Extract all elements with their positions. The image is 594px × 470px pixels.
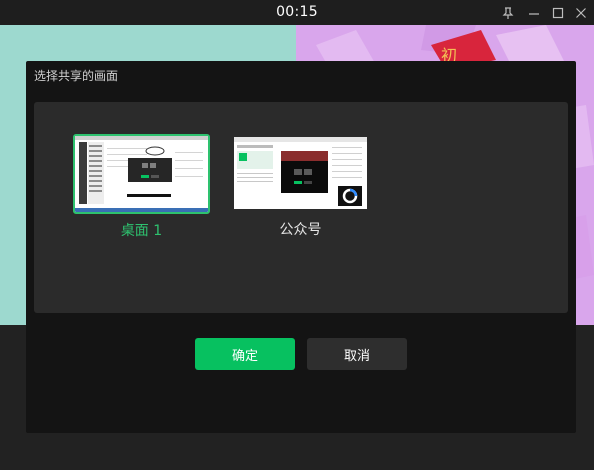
minimize-icon[interactable]	[525, 4, 543, 22]
close-icon[interactable]	[572, 4, 590, 22]
screen-source-list: 桌面 1 公众号	[34, 102, 568, 313]
share-screen-dialog: 选择共享的画面 桌面 1 公众号 确定 取消	[26, 61, 576, 433]
screen-share-window: 初 00:15 选择共享的画面 桌面 1 公众号 确定 取消	[0, 0, 594, 470]
desktop-thumbnail	[73, 134, 210, 214]
source-label-official-account: 公众号	[279, 222, 322, 238]
source-item-desktop[interactable]: 桌面 1	[73, 134, 210, 244]
title-bar: 00:15	[0, 0, 594, 25]
maximize-icon[interactable]	[549, 4, 567, 22]
dialog-title: 选择共享的画面	[34, 69, 119, 83]
official-account-thumbnail	[234, 137, 367, 209]
source-item-official-account[interactable]: 公众号	[234, 137, 367, 242]
confirm-button[interactable]: 确定	[195, 338, 295, 370]
pin-icon[interactable]	[499, 4, 517, 22]
cancel-button[interactable]: 取消	[307, 338, 407, 370]
source-label-desktop: 桌面 1	[120, 223, 163, 239]
